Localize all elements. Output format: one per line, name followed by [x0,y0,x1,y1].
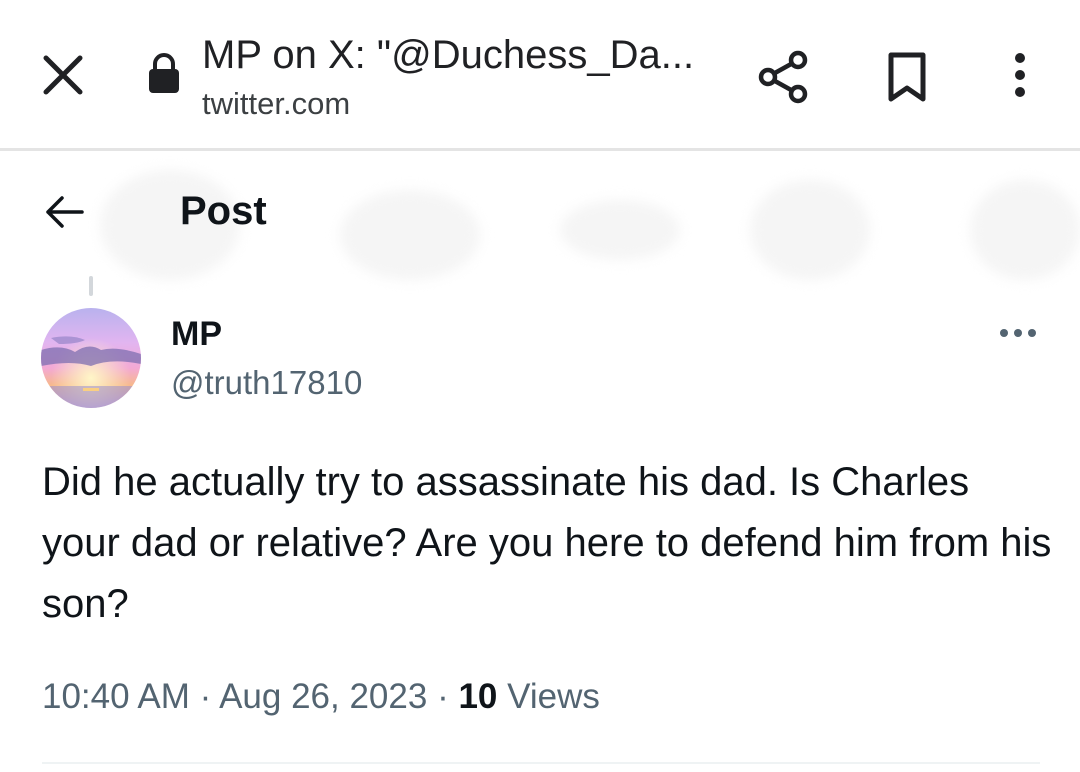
screen: MP on X: "@Duchess_Da... twitter.com Pos… [0,0,1080,772]
background-blur [340,190,480,280]
lock-icon [149,53,179,93]
thread-connector [89,276,93,296]
page-title[interactable]: MP on X: "@Duchess_Da... [202,30,722,80]
tweet-time[interactable]: 10:40 AM [42,677,190,716]
background-blur [560,200,680,260]
display-name[interactable]: MP [171,313,222,355]
vertical-dots-icon[interactable] [1004,50,1036,104]
browser-toolbar: MP on X: "@Duchess_Da... twitter.com [0,0,1080,151]
share-icon[interactable] [756,50,810,104]
meta-separator: · [199,677,212,716]
background-blur [750,180,870,280]
tweet-date[interactable]: Aug 26, 2023 [219,677,427,716]
avatar[interactable] [41,308,141,408]
user-handle[interactable]: @truth17810 [171,362,362,404]
page-heading: Post [180,189,267,233]
meta-separator: · [437,677,449,716]
views-count: 10 [458,677,498,716]
tweet-text: Did he actually try to assassinate his d… [42,460,1052,626]
page-domain[interactable]: twitter.com [202,84,350,124]
sunset-avatar-image [41,308,141,408]
tweet-metadata: 10:40 AM · Aug 26, 2023 · 10 Views [42,672,600,722]
horizontal-dots-icon[interactable] [996,318,1040,348]
back-arrow-icon[interactable] [42,190,86,234]
views-label: Views [507,677,600,716]
close-icon[interactable] [40,52,86,98]
divider [42,762,1040,764]
background-blur [970,180,1080,280]
bookmark-icon[interactable] [884,50,930,104]
